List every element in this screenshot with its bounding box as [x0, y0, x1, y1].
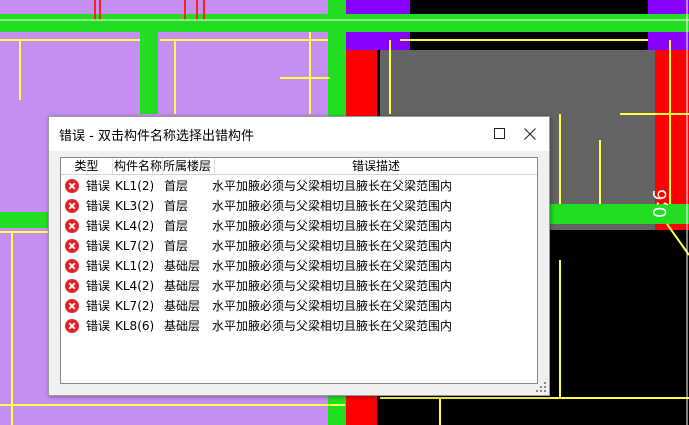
cell-type: 错误 — [86, 259, 111, 273]
cell-type: 错误 — [86, 199, 111, 213]
error-icon — [65, 279, 79, 293]
cell-description: 水平加腋必须与父梁相切且腋长在父梁范围内 — [212, 279, 453, 293]
cell-type: 错误 — [86, 319, 111, 333]
column-header-type[interactable]: 类型 — [61, 158, 113, 174]
error-icon — [65, 319, 79, 333]
cell-description: 水平加腋必须与父梁相切且腋长在父梁范围内 — [212, 239, 453, 253]
cell-floor: 基础层 — [164, 279, 201, 293]
table-row[interactable]: 错误 KL7(2) 首层 水平加腋必须与父梁相切且腋长在父梁范围内 — [61, 236, 537, 256]
cell-type: 错误 — [86, 299, 111, 313]
cell-description: 水平加腋必须与父梁相切且腋长在父梁范围内 — [212, 199, 453, 213]
beam-green-v1 — [140, 14, 158, 114]
table-row[interactable]: 错误 KL1(2) 首层 水平加腋必须与父梁相切且腋长在父梁范围内 — [61, 176, 537, 196]
cell-description: 水平加腋必须与父梁相切且腋长在父梁范围内 — [212, 319, 453, 333]
error-icon — [65, 219, 79, 233]
close-button[interactable] — [519, 123, 543, 145]
beam-green-mid-left — [0, 212, 48, 228]
cell-floor: 基础层 — [164, 259, 201, 273]
cell-component-name[interactable]: KL3(2) — [115, 198, 154, 214]
dimension-label: 0;6 — [650, 189, 671, 218]
column-header-description[interactable]: 错误描述 — [215, 158, 537, 174]
cell-floor: 基础层 — [164, 299, 201, 313]
dialog-titlebar[interactable]: 错误 - 双击构件名称选择出错构件 — [49, 117, 549, 151]
cell-component-name[interactable]: KL1(2) — [115, 178, 154, 194]
cell-component-name[interactable]: KL1(2) — [115, 258, 154, 274]
cell-component-name[interactable]: KL7(2) — [115, 298, 154, 314]
cell-type: 错误 — [86, 179, 111, 193]
table-row[interactable]: 错误 KL1(2) 基础层 水平加腋必须与父梁相切且腋长在父梁范围内 — [61, 256, 537, 276]
cell-floor: 首层 — [164, 239, 189, 253]
error-dialog: 错误 - 双击构件名称选择出错构件 类型 构件名称 所属楼层 错误描述 错误 K… — [48, 116, 550, 396]
table-row[interactable]: 错误 KL4(2) 基础层 水平加腋必须与父梁相切且腋长在父梁范围内 — [61, 276, 537, 296]
cell-type: 错误 — [86, 239, 111, 253]
cell-component-name[interactable]: KL4(2) — [115, 278, 154, 294]
error-icon — [65, 199, 79, 213]
error-icon — [65, 259, 79, 273]
maximize-icon — [494, 128, 505, 139]
column-header-name[interactable]: 构件名称 — [113, 158, 163, 174]
table-row[interactable]: 错误 KL3(2) 首层 水平加腋必须与父梁相切且腋长在父梁范围内 — [61, 196, 537, 216]
maximize-button[interactable] — [489, 123, 511, 145]
cell-component-name[interactable]: KL8(6) — [115, 318, 154, 334]
table-row[interactable]: 错误 KL4(2) 首层 水平加腋必须与父梁相切且腋长在父梁范围内 — [61, 216, 537, 236]
cell-description: 水平加腋必须与父梁相切且腋长在父梁范围内 — [212, 259, 453, 273]
table-row[interactable]: 错误 KL8(6) 基础层 水平加腋必须与父梁相切且腋长在父梁范围内 — [61, 316, 537, 336]
dialog-title: 错误 - 双击构件名称选择出错构件 — [59, 129, 254, 144]
cell-description: 水平加腋必须与父梁相切且腋长在父梁范围内 — [212, 219, 453, 233]
cell-floor: 基础层 — [164, 319, 201, 333]
error-list-grid[interactable]: 类型 构件名称 所属楼层 错误描述 错误 KL1(2) 首层 水平加腋必须与父梁… — [60, 157, 538, 384]
cell-floor: 首层 — [164, 199, 189, 213]
cell-type: 错误 — [86, 279, 111, 293]
error-icon — [65, 299, 79, 313]
resize-grip-icon[interactable] — [535, 381, 547, 393]
grid-header: 类型 构件名称 所属楼层 错误描述 — [61, 158, 537, 175]
column-header-floor[interactable]: 所属楼层 — [163, 158, 215, 174]
close-icon — [524, 128, 536, 140]
error-icon — [65, 239, 79, 253]
cell-floor: 首层 — [164, 219, 189, 233]
cell-type: 错误 — [86, 219, 111, 233]
cell-description: 水平加腋必须与父梁相切且腋长在父梁范围内 — [212, 299, 453, 313]
cell-component-name[interactable]: KL7(2) — [115, 238, 154, 254]
cell-floor: 首层 — [164, 179, 189, 193]
cell-component-name[interactable]: KL4(2) — [115, 218, 154, 234]
cell-description: 水平加腋必须与父梁相切且腋长在父梁范围内 — [212, 179, 453, 193]
error-icon — [65, 179, 79, 193]
table-row[interactable]: 错误 KL7(2) 基础层 水平加腋必须与父梁相切且腋长在父梁范围内 — [61, 296, 537, 316]
